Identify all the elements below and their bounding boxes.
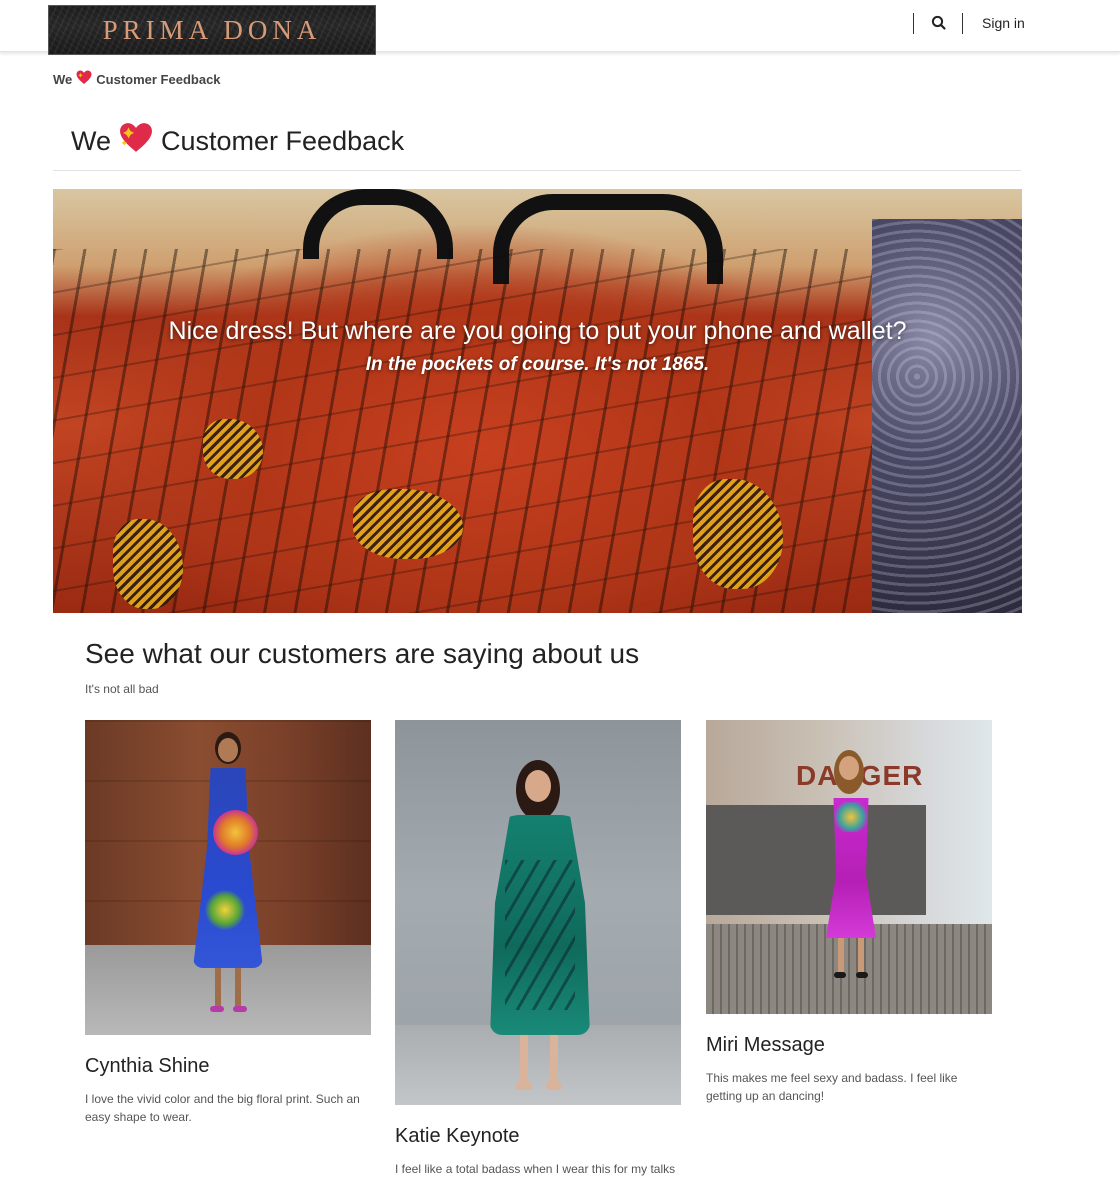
customer-figure bbox=[480, 760, 600, 1100]
sign-in-link[interactable]: Sign in bbox=[982, 15, 1025, 31]
breadcrumb-prefix: We bbox=[53, 71, 73, 87]
customer-name: Katie Keynote bbox=[395, 1125, 520, 1147]
breadcrumb-current[interactable]: Customer Feedback bbox=[96, 72, 220, 87]
nav-divider bbox=[962, 13, 963, 34]
breadcrumb: We Customer Feedback bbox=[53, 70, 221, 88]
customer-name: Miri Message bbox=[706, 1034, 825, 1056]
testimonial-card: DANGER Miri Message This makes me feel s… bbox=[706, 720, 992, 1105]
nav-divider bbox=[913, 13, 914, 34]
customer-figure bbox=[165, 730, 295, 1020]
section-title: See what our customers are saying about … bbox=[85, 638, 640, 669]
page-title-prefix: We bbox=[71, 126, 112, 156]
logo-text: PRIMA DONA bbox=[102, 14, 322, 45]
hero-banner: Nice dress! But where are you going to p… bbox=[53, 189, 1022, 613]
lace-garment bbox=[872, 219, 1022, 613]
search-icon[interactable] bbox=[930, 14, 948, 32]
hero-subline: In the pockets of course. It's not 1865. bbox=[365, 354, 710, 375]
customer-photo[interactable]: DANGER bbox=[706, 720, 992, 1014]
customer-figure bbox=[806, 750, 896, 980]
customer-name: Cynthia Shine bbox=[85, 1055, 210, 1077]
testimonial-card: Katie Keynote I feel like a total badass… bbox=[395, 720, 681, 1178]
divider bbox=[53, 170, 1021, 171]
customer-quote: I love the vivid color and the big flora… bbox=[85, 1092, 360, 1124]
hero-text: Nice dress! But where are you going to p… bbox=[53, 317, 1022, 376]
customer-quote: This makes me feel sexy and badass. I fe… bbox=[706, 1071, 958, 1103]
hero-headline: Nice dress! But where are you going to p… bbox=[168, 317, 907, 345]
customer-photo[interactable] bbox=[395, 720, 681, 1105]
heart-icon bbox=[119, 122, 153, 161]
site-logo[interactable]: PRIMA DONA bbox=[48, 5, 376, 55]
customer-quote: I feel like a total badass when I wear t… bbox=[395, 1162, 676, 1176]
site-header: PRIMA DONA Sign in bbox=[0, 0, 1120, 55]
page-title-suffix: Customer Feedback bbox=[161, 126, 405, 156]
testimonial-card: Cynthia Shine I love the vivid color and… bbox=[85, 720, 371, 1126]
section-subtitle: It's not all bad bbox=[85, 682, 159, 696]
heart-icon bbox=[76, 70, 92, 88]
customer-photo[interactable] bbox=[85, 720, 371, 1035]
page-title: We Customer Feedback bbox=[71, 122, 404, 161]
